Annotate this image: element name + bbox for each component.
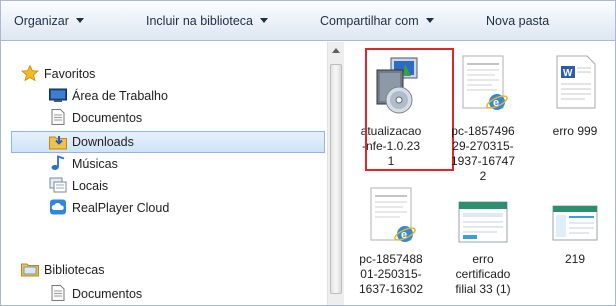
nav-label-documents: Documentos <box>72 111 143 125</box>
nav-item-music[interactable]: Músicas <box>1 153 327 175</box>
places-icon <box>49 177 67 193</box>
nav-label-places: Locais <box>72 179 109 193</box>
desktop-icon <box>49 88 67 102</box>
music-icon <box>51 155 65 170</box>
file-name: erro 999 <box>552 124 598 138</box>
file-name: pc-1857496 29-270315- 1937-16747 2 <box>450 124 516 183</box>
scrollbar-thumb[interactable] <box>330 64 342 294</box>
organize-menu[interactable]: Organizar <box>14 13 84 29</box>
nav-item-desktop[interactable]: Área de Trabalho <box>1 85 327 107</box>
cloud-icon <box>50 199 66 215</box>
document-icon <box>51 285 65 301</box>
file-item[interactable]: erro certificado filial 33 (1) <box>437 182 529 305</box>
share-label: Compartilhar com <box>320 14 419 28</box>
ie-document-icon: e <box>370 187 416 242</box>
file-item[interactable]: W erro 999 <box>529 54 615 184</box>
screenshot-icon <box>552 205 598 241</box>
ie-document-icon: e <box>462 55 508 110</box>
new-folder-label: Nova pasta <box>486 14 550 28</box>
star-icon <box>21 65 39 81</box>
downloads-folder-icon <box>49 136 67 150</box>
explorer-window: Organizar Incluir na biblioteca Comparti… <box>0 0 616 306</box>
file-item[interactable]: e pc-1857496 29-270315- 1937-16747 2 <box>437 54 529 184</box>
file-item[interactable]: 219 <box>529 182 615 305</box>
file-list: atualizacao -nfe-1.0.23 1 e pc-1857496 2… <box>345 42 615 305</box>
chevron-down-icon <box>425 18 434 23</box>
nav-label-realplayer: RealPlayer Cloud <box>72 201 170 215</box>
word-document-icon: W <box>556 55 596 109</box>
nav-item-libraries[interactable]: Bibliotecas <box>1 259 327 281</box>
organize-label: Organizar <box>14 14 69 28</box>
screenshot-icon <box>458 201 508 243</box>
nav-item-downloads[interactable]: Downloads <box>11 131 325 153</box>
nav-label-favorites: Favoritos <box>44 67 96 81</box>
nav-item-places[interactable]: Locais <box>1 175 327 197</box>
nav-item-documents[interactable]: Documentos <box>1 107 327 129</box>
include-label: Incluir na biblioteca <box>146 14 254 28</box>
file-name: erro certificado filial 33 (1) <box>455 252 511 296</box>
command-bar: Organizar Incluir na biblioteca Comparti… <box>1 1 615 41</box>
svg-text:e: e <box>493 97 499 109</box>
file-name: 219 <box>564 252 586 266</box>
nav-label-music: Músicas <box>72 157 118 171</box>
nav-label-desktop: Área de Trabalho <box>72 89 168 103</box>
navigation-pane: Favoritos Área de Trabalho Documentos Do… <box>1 42 327 305</box>
nav-item-library-documents[interactable]: Documentos <box>1 283 327 305</box>
library-icon <box>21 263 39 277</box>
document-icon <box>51 109 65 125</box>
nav-label-library-documents: Documentos <box>72 287 143 301</box>
nav-item-favorites[interactable]: Favoritos <box>1 63 327 85</box>
svg-text:e: e <box>401 229 407 241</box>
svg-text:W: W <box>563 68 573 79</box>
nav-scrollbar[interactable] <box>327 42 344 305</box>
file-name: pc-1857488 01-250315- 1637-16302 <box>358 252 424 296</box>
new-folder-button[interactable]: Nova pasta <box>486 13 549 29</box>
file-item[interactable]: e pc-1857488 01-250315- 1637-16302 <box>345 182 437 305</box>
nav-label-downloads: Downloads <box>72 135 134 149</box>
nav-label-libraries: Bibliotecas <box>44 263 105 277</box>
chevron-down-icon <box>75 18 84 23</box>
share-with-menu[interactable]: Compartilhar com <box>320 13 434 29</box>
nav-item-realplayer[interactable]: RealPlayer Cloud <box>1 197 327 219</box>
include-in-library-menu[interactable]: Incluir na biblioteca <box>146 13 269 29</box>
chevron-down-icon <box>260 18 269 23</box>
scroll-up-arrow-icon[interactable] <box>332 48 340 53</box>
